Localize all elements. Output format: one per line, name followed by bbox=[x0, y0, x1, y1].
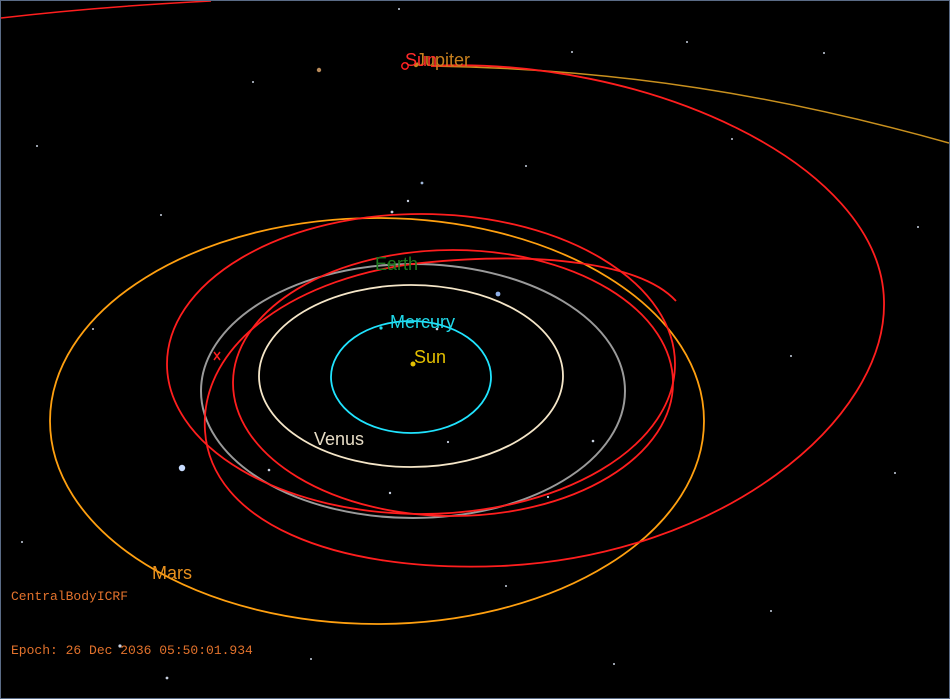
trajectory-loop-inner bbox=[232, 249, 674, 517]
star bbox=[546, 495, 550, 499]
star bbox=[398, 8, 400, 10]
star bbox=[36, 145, 38, 147]
star bbox=[495, 291, 501, 297]
hud-overlay: CentralBodyICRF Epoch: 26 Dec 2036 05:50… bbox=[11, 552, 253, 696]
star bbox=[267, 468, 271, 472]
3d-orbit-viewport[interactable]: Jupiter Sun Earth Mercury Sun Venus Mars… bbox=[0, 0, 950, 699]
star bbox=[591, 439, 595, 443]
star bbox=[316, 67, 322, 73]
star bbox=[310, 658, 312, 660]
star bbox=[790, 355, 792, 357]
star bbox=[446, 440, 450, 444]
mercury-orbit bbox=[330, 320, 492, 434]
star bbox=[160, 214, 162, 216]
star bbox=[731, 138, 733, 140]
star bbox=[894, 472, 896, 474]
central-body-readout: CentralBodyICRF bbox=[11, 589, 129, 604]
star bbox=[21, 541, 23, 543]
star bbox=[613, 663, 615, 665]
earth-label: Earth bbox=[375, 254, 418, 274]
sun-label: Sun bbox=[414, 347, 446, 367]
jupiter-orbit bbox=[430, 65, 949, 144]
venus-label: Venus bbox=[314, 429, 364, 449]
mercury-label: Mercury bbox=[390, 312, 455, 332]
star bbox=[823, 52, 825, 54]
star bbox=[406, 199, 410, 203]
star bbox=[770, 610, 772, 612]
star bbox=[388, 491, 392, 495]
trajectory-arc-top bbox=[1, 1, 212, 19]
star bbox=[505, 585, 507, 587]
star bbox=[390, 210, 394, 214]
star bbox=[252, 81, 254, 83]
star bbox=[686, 41, 688, 43]
star bbox=[178, 464, 186, 472]
star bbox=[420, 181, 424, 185]
epoch-readout: Epoch: 26 Dec 2036 05:50:01.934 bbox=[11, 643, 253, 658]
mercury-marker[interactable] bbox=[379, 326, 383, 330]
maneuver-marker-icon[interactable] bbox=[213, 351, 221, 361]
spacecraft-label: Sun bbox=[405, 50, 437, 70]
star bbox=[917, 226, 919, 228]
star bbox=[571, 51, 573, 53]
star bbox=[92, 328, 94, 330]
star bbox=[525, 165, 527, 167]
